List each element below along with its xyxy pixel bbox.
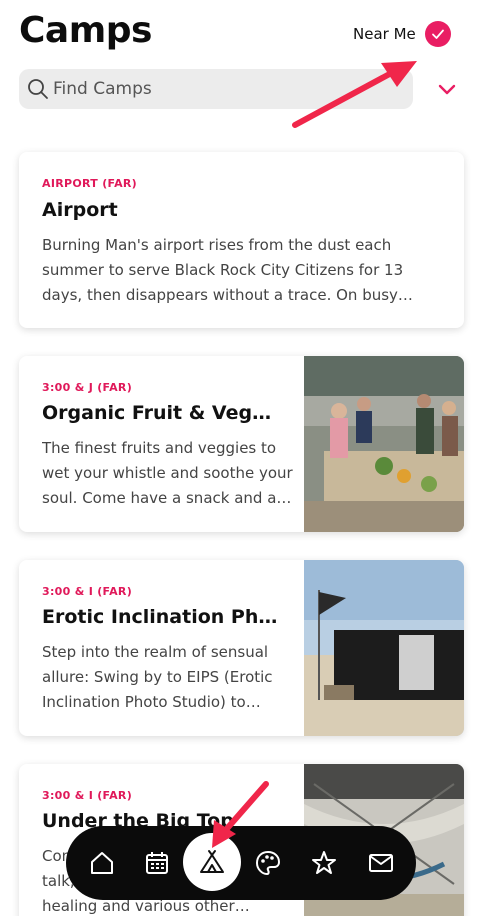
tab-camps[interactable] <box>183 833 241 891</box>
near-me-label[interactable]: Near Me <box>353 25 416 43</box>
search-input[interactable] <box>53 69 403 109</box>
camp-card-erotic-inclination[interactable]: 3:00 & I (FAR) Erotic Inclination Photo … <box>19 560 464 736</box>
camp-location: AIRPORT (FAR) <box>42 177 137 190</box>
tab-calendar[interactable] <box>132 838 182 888</box>
tent-icon <box>200 850 224 873</box>
mail-icon <box>369 854 393 872</box>
palette-icon <box>255 850 281 876</box>
checkmark-icon <box>432 29 444 39</box>
camp-description: Burning Man's airport rises from the dus… <box>42 236 404 304</box>
star-icon <box>312 851 336 874</box>
home-icon <box>91 852 113 874</box>
search-bar[interactable] <box>19 69 413 109</box>
chevron-down-icon[interactable] <box>436 78 458 100</box>
camp-name: Erotic Inclination Photo Studio <box>42 606 282 628</box>
camp-location: 3:00 & I (FAR) <box>42 585 133 598</box>
camp-location: 3:00 & I (FAR) <box>42 789 133 802</box>
camp-description: Step into the realm of sensual allure: S… <box>42 643 273 711</box>
tab-messages[interactable] <box>356 838 406 888</box>
camp-photo <box>304 560 464 736</box>
near-me-toggle[interactable] <box>425 21 451 47</box>
search-icon <box>28 79 48 99</box>
tab-art[interactable] <box>243 838 293 888</box>
camp-photo <box>304 356 464 532</box>
camp-description: The finest fruits and veggies to wet you… <box>42 439 293 507</box>
camp-name: Airport <box>42 199 118 221</box>
camp-card-airport[interactable]: AIRPORT (FAR) Airport Burning Man's airp… <box>19 152 464 328</box>
header: Camps Near Me <box>0 0 481 140</box>
page-title: Camps <box>19 10 152 51</box>
camp-name: Organic Fruit & Veggie Bar <box>42 402 282 424</box>
camp-location: 3:00 & J (FAR) <box>42 381 133 394</box>
camp-card-organic-fruit[interactable]: 3:00 & J (FAR) Organic Fruit & Veggie Ba… <box>19 356 464 532</box>
tab-favorites[interactable] <box>299 838 349 888</box>
bottom-tab-bar <box>66 826 416 900</box>
tab-home[interactable] <box>77 838 127 888</box>
calendar-icon <box>146 852 168 874</box>
